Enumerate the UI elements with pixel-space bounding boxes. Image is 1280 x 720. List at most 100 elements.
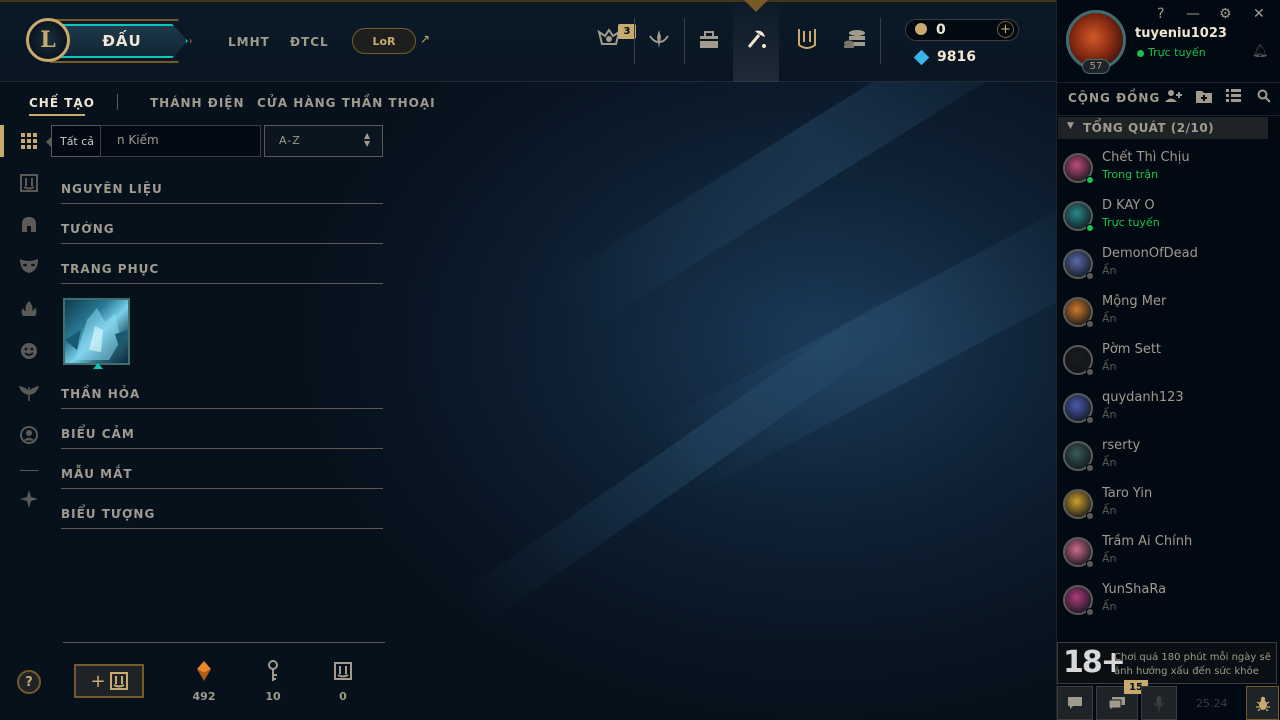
friend-status: Ẩn [1102, 312, 1117, 325]
tab-mythic-shop[interactable]: CỬA HÀNG THẦN THOẠI [257, 96, 436, 110]
blue-essence-value: 9816 [937, 49, 976, 65]
friend-name: quydanh123 [1102, 390, 1184, 405]
settings-icon[interactable]: ⚙ [1219, 6, 1232, 22]
list-view-icon[interactable] [1226, 89, 1241, 106]
chest-svg [20, 174, 38, 192]
divider [117, 94, 118, 110]
friend-row[interactable]: quydanh123 Ẩn [1062, 386, 1262, 430]
key-svg [268, 660, 278, 681]
collection-icon[interactable] [792, 24, 822, 54]
search-svg [1257, 89, 1271, 103]
bug-svg [1255, 696, 1270, 711]
friend-status-icon [1086, 416, 1094, 424]
dropdown-arrows-icon: ▲ ▼ [364, 131, 371, 148]
friend-group-label: TỔNG QUÁT (2/10) [1083, 121, 1215, 135]
rp-icon [915, 23, 927, 35]
skin-art [65, 308, 128, 360]
filter-wards-icon[interactable] [18, 298, 40, 320]
filter-eternals-icon[interactable] [18, 488, 40, 510]
filter-emotes-icon[interactable] [18, 340, 40, 362]
filter-materials-icon[interactable] [18, 172, 40, 194]
nav-dtcl[interactable]: ĐTCL [290, 35, 329, 49]
social-title: CỘNG ĐỒNG [1068, 91, 1161, 105]
friend-status: Ẩn [1102, 552, 1117, 565]
add-folder-icon[interactable] [1196, 89, 1212, 107]
tab-crafting[interactable]: CHẾ TẠO [29, 96, 95, 110]
nav-lmht[interactable]: LMHT [228, 35, 270, 49]
league-logo[interactable]: L [26, 18, 70, 62]
category-skins[interactable]: TRANG PHỤC [61, 262, 383, 284]
category-label: BIỂU CẢM [61, 427, 135, 441]
tab-sanctum[interactable]: THÁNH ĐIỆN [150, 96, 245, 110]
mask-svg [20, 259, 38, 273]
messages-svg [1109, 696, 1125, 710]
friend-row[interactable]: Taro Yin Ẩn [1062, 482, 1262, 526]
skin-shard-item[interactable] [63, 298, 130, 365]
chest-icon [109, 672, 128, 690]
filter-skins-icon[interactable] [18, 255, 40, 277]
friend-status-icon [1086, 272, 1094, 280]
bug-report-icon[interactable] [1246, 686, 1279, 720]
friend-row[interactable]: Chết Thì Chịu Trong trận [1062, 146, 1262, 190]
minimize-button[interactable]: — [1186, 6, 1200, 22]
store-icon-svg [700, 31, 718, 48]
category-icons[interactable]: BIỂU TƯỢNG [61, 507, 383, 529]
play-button[interactable]: ĐẤU [56, 24, 188, 58]
friend-row[interactable]: Trầm Ai Chính Ẩn [1062, 530, 1262, 574]
friend-row[interactable]: Mộng Mer Ẩn [1062, 290, 1262, 334]
category-emotes[interactable]: BIỂU CẢM [61, 427, 383, 449]
loot-icon[interactable] [742, 24, 772, 54]
category-eternals[interactable]: THẦN HỎA [61, 387, 383, 409]
user-status[interactable]: Trực tuyến [1148, 46, 1206, 59]
friend-row[interactable]: rserty Ẩn [1062, 434, 1262, 478]
filter-champions-icon[interactable] [18, 214, 40, 236]
buy-rp-button[interactable]: + [997, 21, 1014, 38]
store-icon[interactable] [694, 24, 724, 54]
microphone-icon[interactable] [1141, 686, 1177, 720]
category-label: MẪU MẮT [61, 467, 133, 481]
filter-all-icon[interactable] [18, 130, 40, 152]
active-tab-underline [29, 114, 85, 116]
friend-status-icon [1086, 224, 1094, 232]
category-champions[interactable]: TƯỚNG [61, 222, 383, 244]
notification-bell-icon[interactable]: 🔔︎ [1252, 44, 1269, 59]
honor-icon[interactable] [644, 24, 674, 54]
friend-row[interactable]: YunShaRa Ẩn [1062, 578, 1262, 622]
category-label: TRANG PHỤC [61, 262, 160, 276]
friend-status: Ẩn [1102, 408, 1117, 421]
profile-svg [20, 426, 38, 444]
friend-status: Ẩn [1102, 600, 1117, 613]
friend-name: DemonOfDead [1102, 246, 1198, 261]
rarity-marker-icon [93, 363, 103, 369]
collection-icon-svg [798, 29, 816, 49]
divider [684, 18, 685, 64]
divider [63, 642, 385, 643]
currency-shop-icon[interactable] [840, 24, 870, 54]
help-button[interactable]: ? [17, 670, 41, 694]
friend-status: Ẩn [1102, 504, 1117, 517]
star-svg [20, 490, 38, 508]
craft-keys-button[interactable]: + [74, 664, 144, 698]
loot-icon-svg [747, 30, 766, 48]
friend-name: Chết Thì Chịu [1102, 150, 1190, 165]
add-friend-icon[interactable] [1165, 89, 1183, 107]
filter-companions-icon[interactable] [18, 382, 40, 404]
friend-status-icon [1086, 368, 1094, 376]
chat-icon[interactable] [1057, 686, 1093, 720]
friend-row[interactable]: D KAY O Trực tuyến [1062, 194, 1262, 238]
friend-status-icon [1086, 560, 1094, 568]
orange-essence-icon [193, 660, 215, 682]
help-icon[interactable]: ? [1157, 6, 1164, 22]
search-input[interactable]: n Kiếm [100, 125, 261, 157]
smile-svg [21, 343, 37, 359]
key-icon [262, 660, 284, 682]
search-icon[interactable] [1257, 89, 1271, 107]
lor-button[interactable]: LoR [352, 28, 416, 54]
friend-row[interactable]: DemonOfDead Ẩn [1062, 242, 1262, 286]
category-ward-skins[interactable]: MẪU MẮT [61, 467, 383, 489]
filter-icons-icon[interactable] [18, 424, 40, 446]
close-button[interactable]: ✕ [1253, 6, 1265, 22]
friend-row[interactable]: Pờm Sett Ẩn [1062, 338, 1262, 382]
client-window: L ĐẤU LMHT ĐTCL LoR ↗ 3 0 + 9816 57 tuye… [0, 0, 1280, 720]
category-materials[interactable]: NGUYÊN LIỆU [61, 182, 383, 204]
